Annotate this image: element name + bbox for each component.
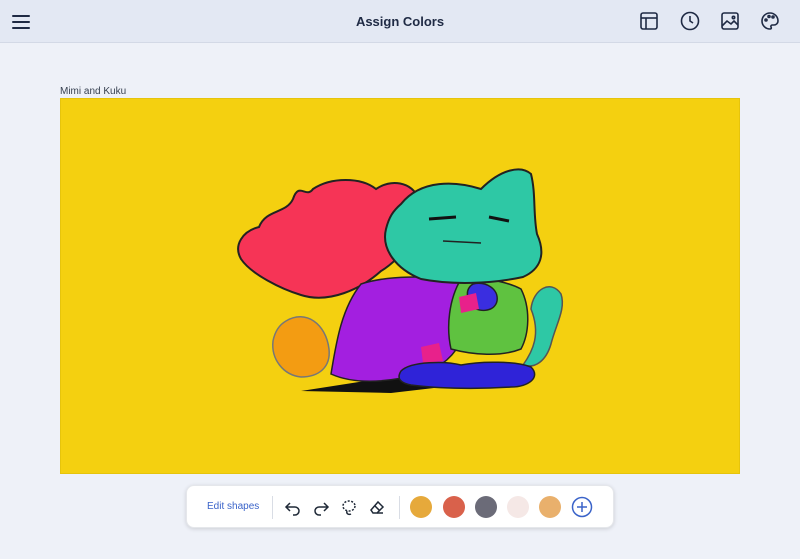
image-icon[interactable] bbox=[719, 10, 741, 32]
undo-icon[interactable] bbox=[283, 497, 303, 517]
eraser-icon[interactable] bbox=[367, 497, 387, 517]
canvas-title: Mimi and Kuku bbox=[60, 86, 127, 97]
redo-icon[interactable] bbox=[311, 497, 331, 517]
orange-shape bbox=[272, 316, 330, 378]
lasso-icon[interactable] bbox=[339, 497, 359, 517]
plus-circle-icon[interactable] bbox=[571, 496, 593, 518]
artwork bbox=[237, 168, 563, 393]
color-swatch-2[interactable] bbox=[443, 496, 465, 518]
bottom-toolbar: Edit shapes bbox=[186, 485, 614, 528]
layout-icon[interactable] bbox=[638, 10, 660, 32]
toolbar-divider bbox=[272, 496, 273, 519]
toolbar-divider bbox=[399, 496, 400, 519]
drawing-canvas[interactable] bbox=[60, 98, 740, 474]
cyan-tail-shape bbox=[521, 286, 563, 367]
blue-feet-shape bbox=[398, 361, 536, 390]
color-swatch-4[interactable] bbox=[507, 496, 529, 518]
palette-icon[interactable] bbox=[759, 10, 781, 32]
edit-shapes-button[interactable]: Edit shapes bbox=[207, 501, 259, 512]
clock-icon[interactable] bbox=[679, 10, 701, 32]
color-swatch-3[interactable] bbox=[475, 496, 497, 518]
color-swatch-5[interactable] bbox=[539, 496, 561, 518]
top-bar: Assign Colors bbox=[0, 0, 800, 43]
color-swatch-1[interactable] bbox=[410, 496, 432, 518]
